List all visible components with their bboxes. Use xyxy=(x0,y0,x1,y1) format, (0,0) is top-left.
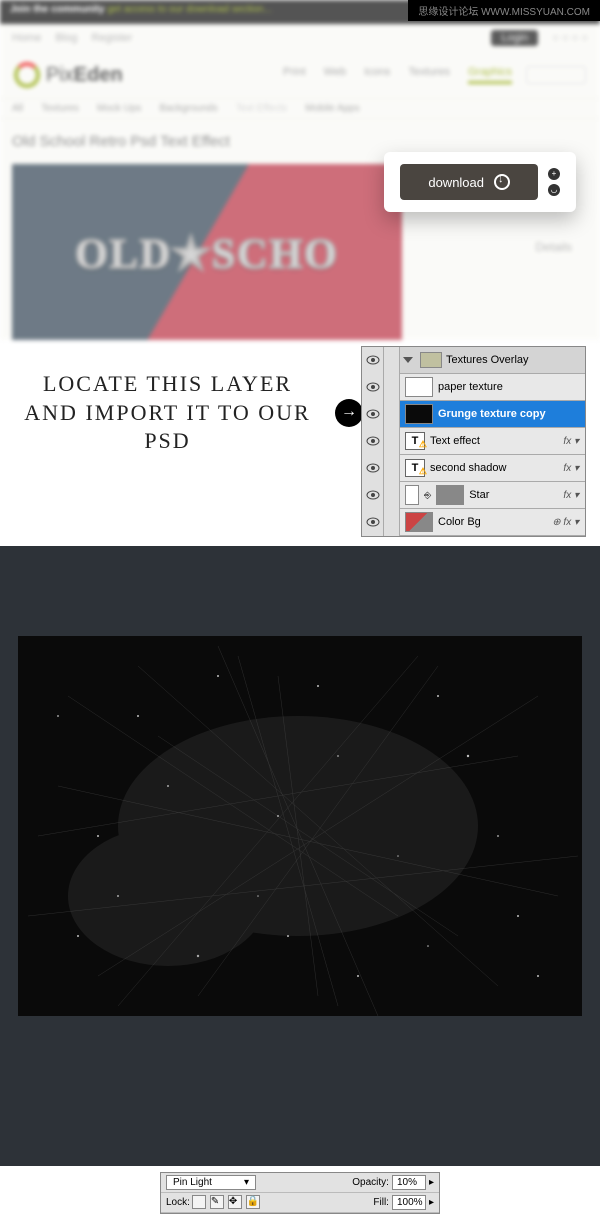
grunge-texture-preview xyxy=(18,636,582,1016)
layer-options-bar: Pin Light ▾ Opacity: 10%▸ Lock: ✎ ✥ 🔒 Fi… xyxy=(160,1172,440,1214)
opacity-label: Opacity: xyxy=(352,1177,389,1188)
fill-label: Fill: xyxy=(373,1197,389,1208)
layer-name: second shadow xyxy=(430,462,506,474)
layer-row[interactable]: paper texture xyxy=(362,374,585,401)
plus-icon[interactable]: + xyxy=(548,168,560,180)
layer-row-selected[interactable]: Grunge texture copy xyxy=(362,401,585,428)
instruction-text: LOCATE THIS LAYER AND IMPORT IT TO OUR P… xyxy=(20,370,315,456)
lock-paint-icon[interactable]: ✎ xyxy=(210,1195,224,1209)
layer-name: Star xyxy=(469,489,489,501)
layer-row[interactable]: ⎆ Star fx ▾ xyxy=(362,482,585,509)
layer-name: Color Bg xyxy=(438,516,481,528)
visibility-icon[interactable] xyxy=(362,509,384,536)
logo-row: PixEden PrintWebIcons TexturesGraphics xyxy=(0,52,600,98)
layer-group-name: Textures Overlay xyxy=(446,354,529,366)
hero-preview: OLD★SCHO xyxy=(12,164,402,340)
expand-icon[interactable] xyxy=(403,357,413,363)
stepper-icon[interactable]: ▸ xyxy=(429,1197,434,1208)
lock-move-icon[interactable]: ✥ xyxy=(228,1195,242,1209)
blend-mode-dropdown[interactable]: Pin Light ▾ xyxy=(166,1175,256,1190)
layer-name: Grunge texture copy xyxy=(438,408,546,420)
category-tabs: PrintWebIcons TexturesGraphics xyxy=(283,66,512,84)
layer-group-header[interactable]: Textures Overlay xyxy=(362,347,585,374)
fx-icon[interactable]: fx ▾ xyxy=(563,436,579,447)
download-box: download + ◡ xyxy=(384,152,576,212)
nav-row: HomeBlogRegister Login ○ ○ ○ ○ xyxy=(0,24,600,52)
lock-label: Lock: xyxy=(166,1197,190,1208)
layers-panel: Textures Overlay paper texture Grunge te… xyxy=(361,346,586,537)
fill-input[interactable]: 100% xyxy=(392,1195,426,1210)
watermark: 思缘设计论坛 WWW.MISSYUAN.COM xyxy=(408,0,600,21)
lock-transparent-icon[interactable] xyxy=(192,1195,206,1209)
comment-icon[interactable]: ◡ xyxy=(548,184,560,196)
layer-name: paper texture xyxy=(438,381,503,393)
layer-thumb xyxy=(405,377,433,397)
download-button[interactable]: download xyxy=(400,164,538,200)
stepper-icon[interactable]: ▸ xyxy=(429,1177,434,1188)
filter-crumbs: AllTexturesMock Ups BackgroundsText Effe… xyxy=(0,98,600,119)
layer-row[interactable]: T Text effect fx ▾ xyxy=(362,428,585,455)
visibility-icon[interactable] xyxy=(362,455,384,482)
fx-icon[interactable]: fx ▾ xyxy=(563,490,579,501)
visibility-icon[interactable] xyxy=(362,482,384,509)
text-layer-icon: T xyxy=(405,459,425,477)
layer-thumb xyxy=(405,512,433,532)
photoshop-canvas xyxy=(0,546,600,1166)
download-icon xyxy=(494,174,510,190)
visibility-icon[interactable] xyxy=(362,428,384,455)
logo-icon xyxy=(14,62,40,88)
fx-icon[interactable]: fx ▾ xyxy=(563,463,579,474)
layer-name: Text effect xyxy=(430,435,480,447)
mask-thumb xyxy=(405,485,419,505)
search-input[interactable] xyxy=(526,66,586,84)
instruction-block: LOCATE THIS LAYER AND IMPORT IT TO OUR P… xyxy=(0,340,600,486)
lock-all-icon[interactable]: 🔒 xyxy=(246,1195,260,1209)
fx-icon[interactable]: ⊕ fx ▾ xyxy=(552,517,579,528)
opacity-input[interactable]: 10% xyxy=(392,1175,426,1190)
layer-thumb xyxy=(436,485,464,505)
layer-row[interactable]: Color Bg ⊕ fx ▾ xyxy=(362,509,585,536)
text-layer-icon: T xyxy=(405,432,425,450)
arrow-icon: → xyxy=(335,399,363,427)
visibility-icon[interactable] xyxy=(362,347,384,374)
folder-icon xyxy=(420,352,442,368)
visibility-icon[interactable] xyxy=(362,401,384,428)
layer-row[interactable]: T second shadow fx ▾ xyxy=(362,455,585,482)
layer-thumb xyxy=(405,404,433,424)
visibility-icon[interactable] xyxy=(362,374,384,401)
